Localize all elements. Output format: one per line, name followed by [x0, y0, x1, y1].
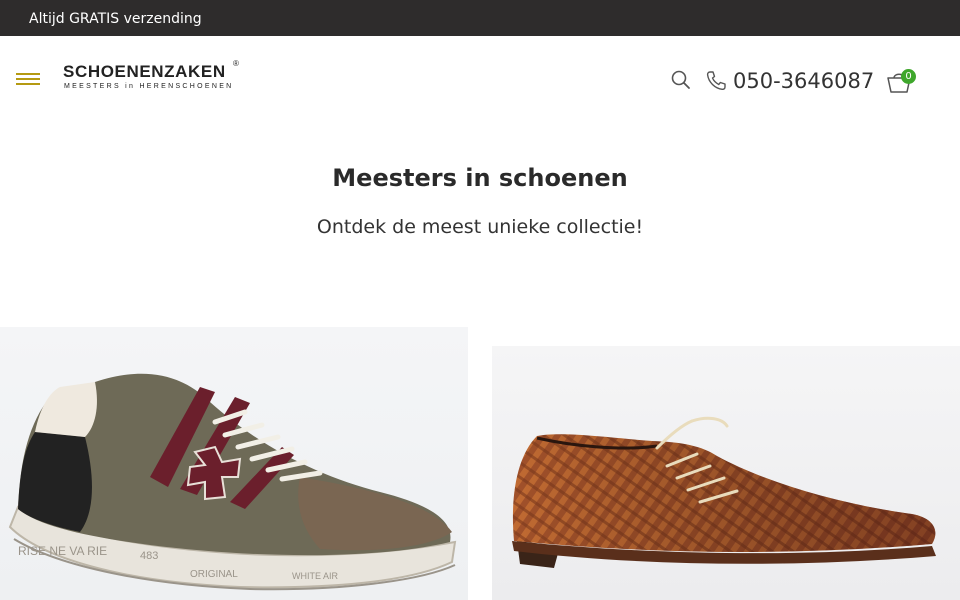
- hero-section: Meesters in schoenen Ontdek de meest uni…: [0, 160, 960, 240]
- site-header: SCHOENENZAKEN ® MEESTERS in HERENSCHOENE…: [0, 36, 960, 122]
- phone-icon: [705, 70, 727, 92]
- logo-tagline: MEESTERS in HERENSCHOENEN: [64, 83, 234, 90]
- menu-icon[interactable]: [16, 73, 40, 87]
- woven-shoe-image: [512, 416, 936, 568]
- sneaker-image: RISE NE VA RIE 483 ORIGINAL WHITE AIR: [8, 373, 457, 591]
- search-icon[interactable]: [670, 69, 692, 91]
- site-logo[interactable]: SCHOENENZAKEN ® MEESTERS in HERENSCHOENE…: [63, 59, 243, 94]
- sole-print-number: 483: [140, 550, 158, 562]
- announcement-bar: Altijd GRATIS verzending: [0, 0, 960, 36]
- logo-registered: ®: [233, 59, 239, 68]
- hero-subtitle: Ontdek de meest unieke collectie!: [316, 216, 644, 238]
- sole-print-original: ORIGINAL: [190, 569, 238, 580]
- product-card-sneaker[interactable]: RISE NE VA RIE 483 ORIGINAL WHITE AIR: [0, 327, 468, 600]
- logo-brand: SCHOENENZAKEN: [63, 62, 226, 81]
- cart-button[interactable]: 0: [885, 68, 917, 94]
- cart-count-badge: 0: [901, 69, 916, 84]
- shipping-message: Altijd GRATIS verzending: [29, 11, 202, 27]
- phone-link[interactable]: 050-3646087: [705, 68, 874, 94]
- hero-title: Meesters in schoenen: [332, 164, 628, 192]
- sole-print-air: WHITE AIR: [292, 571, 339, 581]
- sole-print-brand: RISE NE VA RIE: [18, 544, 107, 558]
- product-card-woven-shoe[interactable]: [492, 346, 960, 600]
- phone-number: 050-3646087: [733, 69, 875, 93]
